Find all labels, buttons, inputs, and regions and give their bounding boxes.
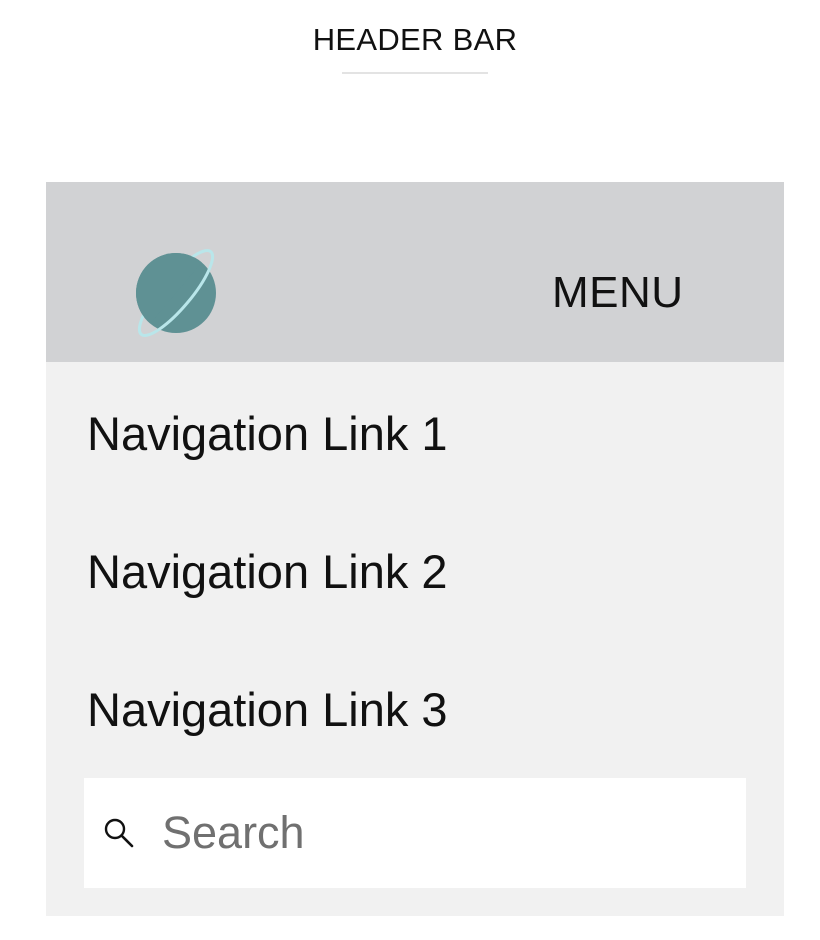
section-heading: HEADER BAR: [312, 22, 518, 57]
nav-link-2[interactable]: Navigation Link 2: [87, 542, 448, 602]
search-input[interactable]: [162, 802, 722, 864]
nav-link-3[interactable]: Navigation Link 3: [87, 680, 448, 740]
planet-icon[interactable]: [124, 240, 228, 344]
search-box[interactable]: [84, 778, 746, 888]
heading-underline: [342, 72, 488, 74]
search-icon: [104, 818, 134, 848]
navigation-panel: MENU Navigation Link 1 Navigation Link 2…: [46, 182, 784, 916]
nav-link-1[interactable]: Navigation Link 1: [87, 404, 448, 464]
nav-header-bar: MENU: [46, 182, 784, 362]
menu-button[interactable]: MENU: [552, 266, 684, 320]
